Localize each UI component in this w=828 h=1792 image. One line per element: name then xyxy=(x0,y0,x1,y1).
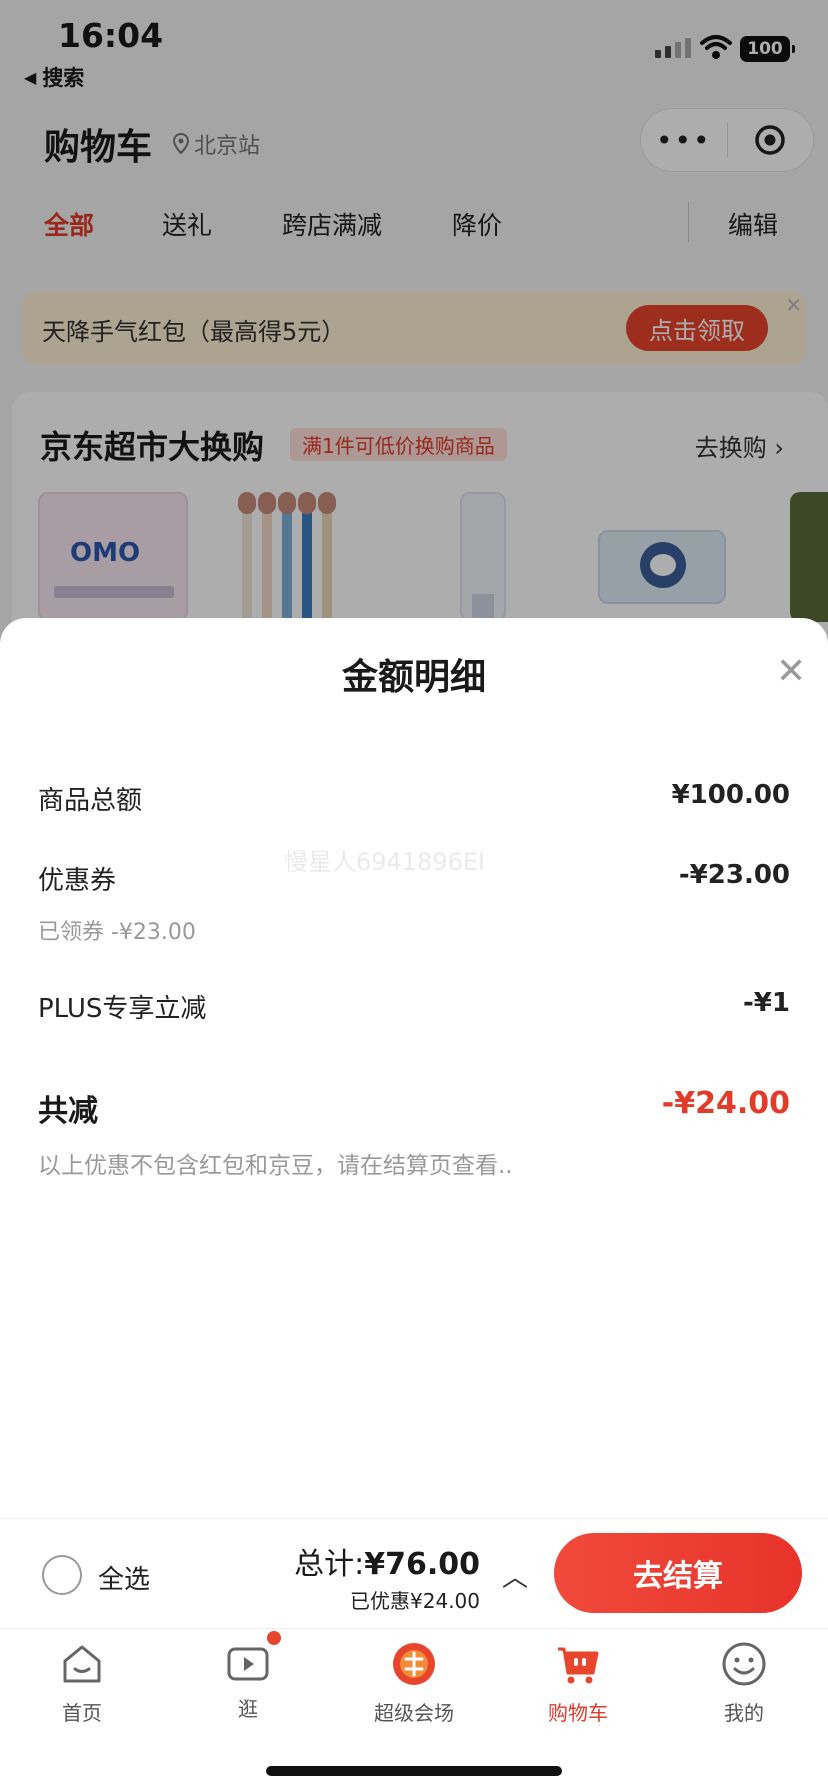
checkout-bar: 全选 总计:¥76.00 已优惠¥24.00 ︿ 去结算 xyxy=(0,1518,828,1628)
saved-amount: 已优惠¥24.00 xyxy=(350,1589,480,1613)
total-discount-label: 共减 xyxy=(38,1094,98,1129)
total-discount-value: -¥24.00 xyxy=(661,1086,790,1121)
plus-discount-label: PLUS专享立减 xyxy=(38,994,207,1024)
coupon-value: -¥23.00 xyxy=(678,860,790,890)
cart-icon xyxy=(558,1647,599,1684)
select-all-checkbox[interactable] xyxy=(42,1555,82,1595)
discount-note: 以上优惠不包含红包和京豆，请在结算页查看.. xyxy=(38,1153,513,1179)
checkout-button[interactable]: 去结算 xyxy=(554,1533,802,1613)
amount-detail-sheet: 金额明细 ✕ 商品总额 ¥100.00 优惠券 -¥23.00 已领券 -¥23… xyxy=(0,618,828,1518)
tab-super-venue-label: 超级会场 xyxy=(374,1701,454,1725)
total-amount: ¥76.00 xyxy=(364,1547,480,1582)
tab-browse[interactable]: 逛 xyxy=(188,1631,308,1722)
goods-total-label: 商品总额 xyxy=(38,786,143,816)
plus-discount-value: -¥1 xyxy=(743,988,790,1018)
notification-dot xyxy=(267,1631,281,1645)
checkout-total: 总计:¥76.00 xyxy=(294,1539,480,1583)
chevron-up-icon[interactable]: ︿ xyxy=(502,1557,528,1594)
tab-cart[interactable]: 购物车 xyxy=(518,1641,638,1726)
watermark: 慢星人6941896EI xyxy=(284,848,486,876)
coupon-label: 优惠券 xyxy=(38,866,117,896)
tab-home-label: 首页 xyxy=(62,1701,102,1725)
coupon-claimed-detail: 已领券 -¥23.00 xyxy=(38,920,196,945)
sheet-title: 金额明细 xyxy=(341,657,486,698)
tab-profile[interactable]: 我的 xyxy=(684,1641,804,1726)
select-all-label[interactable]: 全选 xyxy=(98,1559,150,1596)
home-icon xyxy=(63,1645,101,1683)
total-label: 总计: xyxy=(294,1547,365,1582)
venue-icon xyxy=(393,1643,435,1685)
close-icon[interactable]: ✕ xyxy=(776,654,806,690)
video-icon xyxy=(225,1631,281,1687)
profile-icon xyxy=(722,1642,766,1686)
tab-browse-label: 逛 xyxy=(238,1697,258,1721)
tab-cart-label: 购物车 xyxy=(548,1701,608,1725)
goods-total-value: ¥100.00 xyxy=(671,780,790,810)
tab-home[interactable]: 首页 xyxy=(22,1641,142,1726)
tab-super-venue[interactable]: 超级会场 xyxy=(354,1641,474,1726)
home-indicator xyxy=(266,1766,562,1776)
tab-profile-label: 我的 xyxy=(724,1701,764,1725)
